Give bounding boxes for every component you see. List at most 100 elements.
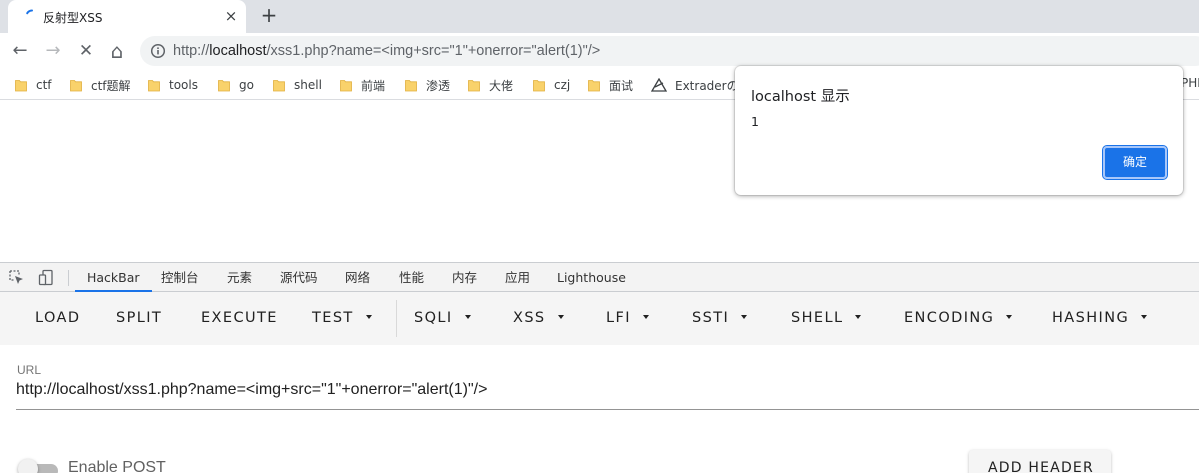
tab-hackbar[interactable]: HackBar xyxy=(75,263,151,292)
forward-icon[interactable]: → xyxy=(41,39,65,63)
tab-performance[interactable]: 性能 xyxy=(399,263,424,292)
hackbar-menu-label: SHELL xyxy=(791,310,844,326)
extrader-icon xyxy=(651,78,667,92)
hackbar-menu-label: HASHING xyxy=(1052,310,1130,326)
hackbar-menu-hashing-dropdown[interactable]: HASHING xyxy=(1052,310,1148,326)
hackbar-menu-ssti-dropdown[interactable]: SSTI xyxy=(692,310,748,326)
bookmark-item[interactable]: ctf题解 xyxy=(70,76,131,94)
tab-strip: 反射型XSS × + xyxy=(0,0,1199,33)
caret-down-icon xyxy=(741,315,748,319)
address-bar[interactable]: http://localhost/xss1.php?name=<img+src=… xyxy=(140,36,1199,66)
new-tab-icon[interactable]: + xyxy=(259,5,279,25)
tab-close-icon[interactable]: × xyxy=(223,8,239,24)
alert-dialog: localhost 显示 1 确定 xyxy=(735,66,1183,195)
tab-network[interactable]: 网络 xyxy=(345,263,370,292)
tab-elements[interactable]: 元素 xyxy=(227,263,252,292)
bookmark-label: czj xyxy=(554,78,571,92)
hackbar-menu-encoding-dropdown[interactable]: ENCODING xyxy=(904,310,1013,326)
address-url[interactable]: http://localhost/xss1.php?name=<img+src=… xyxy=(173,43,600,59)
folder-icon xyxy=(15,79,27,91)
hackbar-menu-label: SQLI xyxy=(414,310,453,326)
browser-tab[interactable]: 反射型XSS × xyxy=(8,0,246,33)
bookmark-item[interactable]: 大佬 xyxy=(468,76,513,94)
hackbar-menu-split-button[interactable]: SPLIT xyxy=(116,310,162,326)
add-header-label: ADD HEADER xyxy=(988,460,1094,473)
home-icon[interactable]: ⌂ xyxy=(105,39,129,63)
tab-application[interactable]: 应用 xyxy=(505,263,530,292)
tab-sources[interactable]: 源代码 xyxy=(280,263,318,292)
hackbar-menu-load-button[interactable]: LOAD xyxy=(35,310,80,326)
bookmark-label: Extraderの xyxy=(675,78,739,93)
url-field-label: URL xyxy=(17,363,42,377)
tab-console[interactable]: 控制台 xyxy=(161,263,199,292)
info-icon[interactable] xyxy=(150,43,166,59)
bookmark-overflow-text: PHI xyxy=(1181,76,1199,90)
folder-icon xyxy=(148,79,160,91)
hackbar-menu-label: LFI xyxy=(606,310,631,326)
folder-icon xyxy=(533,79,545,91)
folder-icon xyxy=(273,79,285,91)
bookmark-item[interactable]: go xyxy=(218,76,254,94)
bookmark-item[interactable]: shell xyxy=(273,76,322,94)
hackbar-menu-xss-dropdown[interactable]: XSS xyxy=(513,310,564,326)
inspect-element-icon[interactable] xyxy=(8,269,25,286)
stop-icon[interactable]: ✕ xyxy=(74,39,98,63)
devtools-tabbar: HackBar 控制台 元素 源代码 网络 性能 内存 应用 Lighthous… xyxy=(0,262,1199,292)
caret-down-icon xyxy=(855,315,862,319)
hackbar-menu: LOAD SPLIT EXECUTE TEST SQLI XSS LFI SSTI SHELL E… xyxy=(0,292,1199,345)
devtools-separator xyxy=(68,270,69,286)
bookmark-label: go xyxy=(239,78,254,92)
caret-down-icon xyxy=(642,315,649,319)
caret-down-icon xyxy=(1006,315,1013,319)
device-toolbar-icon[interactable] xyxy=(38,269,55,286)
hackbar-menu-execute-button[interactable]: EXECUTE xyxy=(201,310,278,326)
dialog-ok-button[interactable]: 确定 xyxy=(1102,145,1168,180)
hackbar-menu-shell-dropdown[interactable]: SHELL xyxy=(791,310,862,326)
hackbar-menu-label: SSTI xyxy=(692,310,730,326)
caret-down-icon xyxy=(464,315,471,319)
folder-icon xyxy=(340,79,352,91)
browser-toolbar: ← → ✕ ⌂ http://localhost/xss1.php?name=<… xyxy=(0,33,1199,69)
bookmark-item[interactable]: 渗透 xyxy=(405,76,450,94)
bookmark-label: tools xyxy=(169,78,198,92)
toggle-thumb xyxy=(18,459,38,473)
hackbar-menu-label: EXECUTE xyxy=(201,310,278,326)
url-host: localhost xyxy=(209,43,267,59)
url-field-input[interactable]: http://localhost/xss1.php?name=<img+src=… xyxy=(16,381,487,399)
bookmark-label: 大佬 xyxy=(489,78,514,93)
hackbar-menu-label: TEST xyxy=(312,310,354,326)
url-field-underline xyxy=(16,409,1199,410)
loading-spinner-icon xyxy=(26,9,33,15)
bookmark-item[interactable]: 面试 xyxy=(588,76,633,94)
enable-post-toggle[interactable] xyxy=(18,459,58,473)
folder-icon xyxy=(468,79,480,91)
caret-down-icon xyxy=(365,315,372,319)
hackbar-menu-lfi-dropdown[interactable]: LFI xyxy=(606,310,649,326)
folder-icon xyxy=(70,79,82,91)
bookmark-item[interactable]: 前端 xyxy=(340,76,385,94)
add-header-button[interactable]: ADD HEADER xyxy=(969,450,1111,473)
bookmark-item[interactable]: tools xyxy=(148,76,198,94)
hackbar-menu-label: ENCODING xyxy=(904,310,995,326)
bookmark-item[interactable]: ctf xyxy=(15,76,52,94)
hackbar-menu-test-dropdown[interactable]: TEST xyxy=(312,310,372,326)
folder-icon xyxy=(405,79,417,91)
url-scheme: http:// xyxy=(173,43,210,59)
browser-window: 反射型XSS × + ← → ✕ ⌂ http://localhost/xss1… xyxy=(0,0,1199,473)
folder-icon xyxy=(588,79,600,91)
dialog-title: localhost 显示 xyxy=(751,89,850,105)
folder-icon xyxy=(218,79,230,91)
bookmark-item[interactable]: Extraderの xyxy=(651,76,739,94)
dialog-message: 1 xyxy=(751,114,759,129)
caret-down-icon xyxy=(557,315,564,319)
back-icon[interactable]: ← xyxy=(8,39,32,63)
tab-lighthouse[interactable]: Lighthouse xyxy=(557,263,626,292)
hackbar-separator xyxy=(396,300,397,337)
bookmark-label: ctf题解 xyxy=(91,78,131,93)
url-path: /xss1.php?name=<img+src="1"+onerror="ale… xyxy=(266,43,601,59)
caret-down-icon xyxy=(1141,315,1148,319)
bookmark-label: ctf xyxy=(36,78,52,92)
tab-memory[interactable]: 内存 xyxy=(452,263,477,292)
bookmark-item[interactable]: czj xyxy=(533,76,570,94)
hackbar-menu-sqli-dropdown[interactable]: SQLI xyxy=(414,310,471,326)
